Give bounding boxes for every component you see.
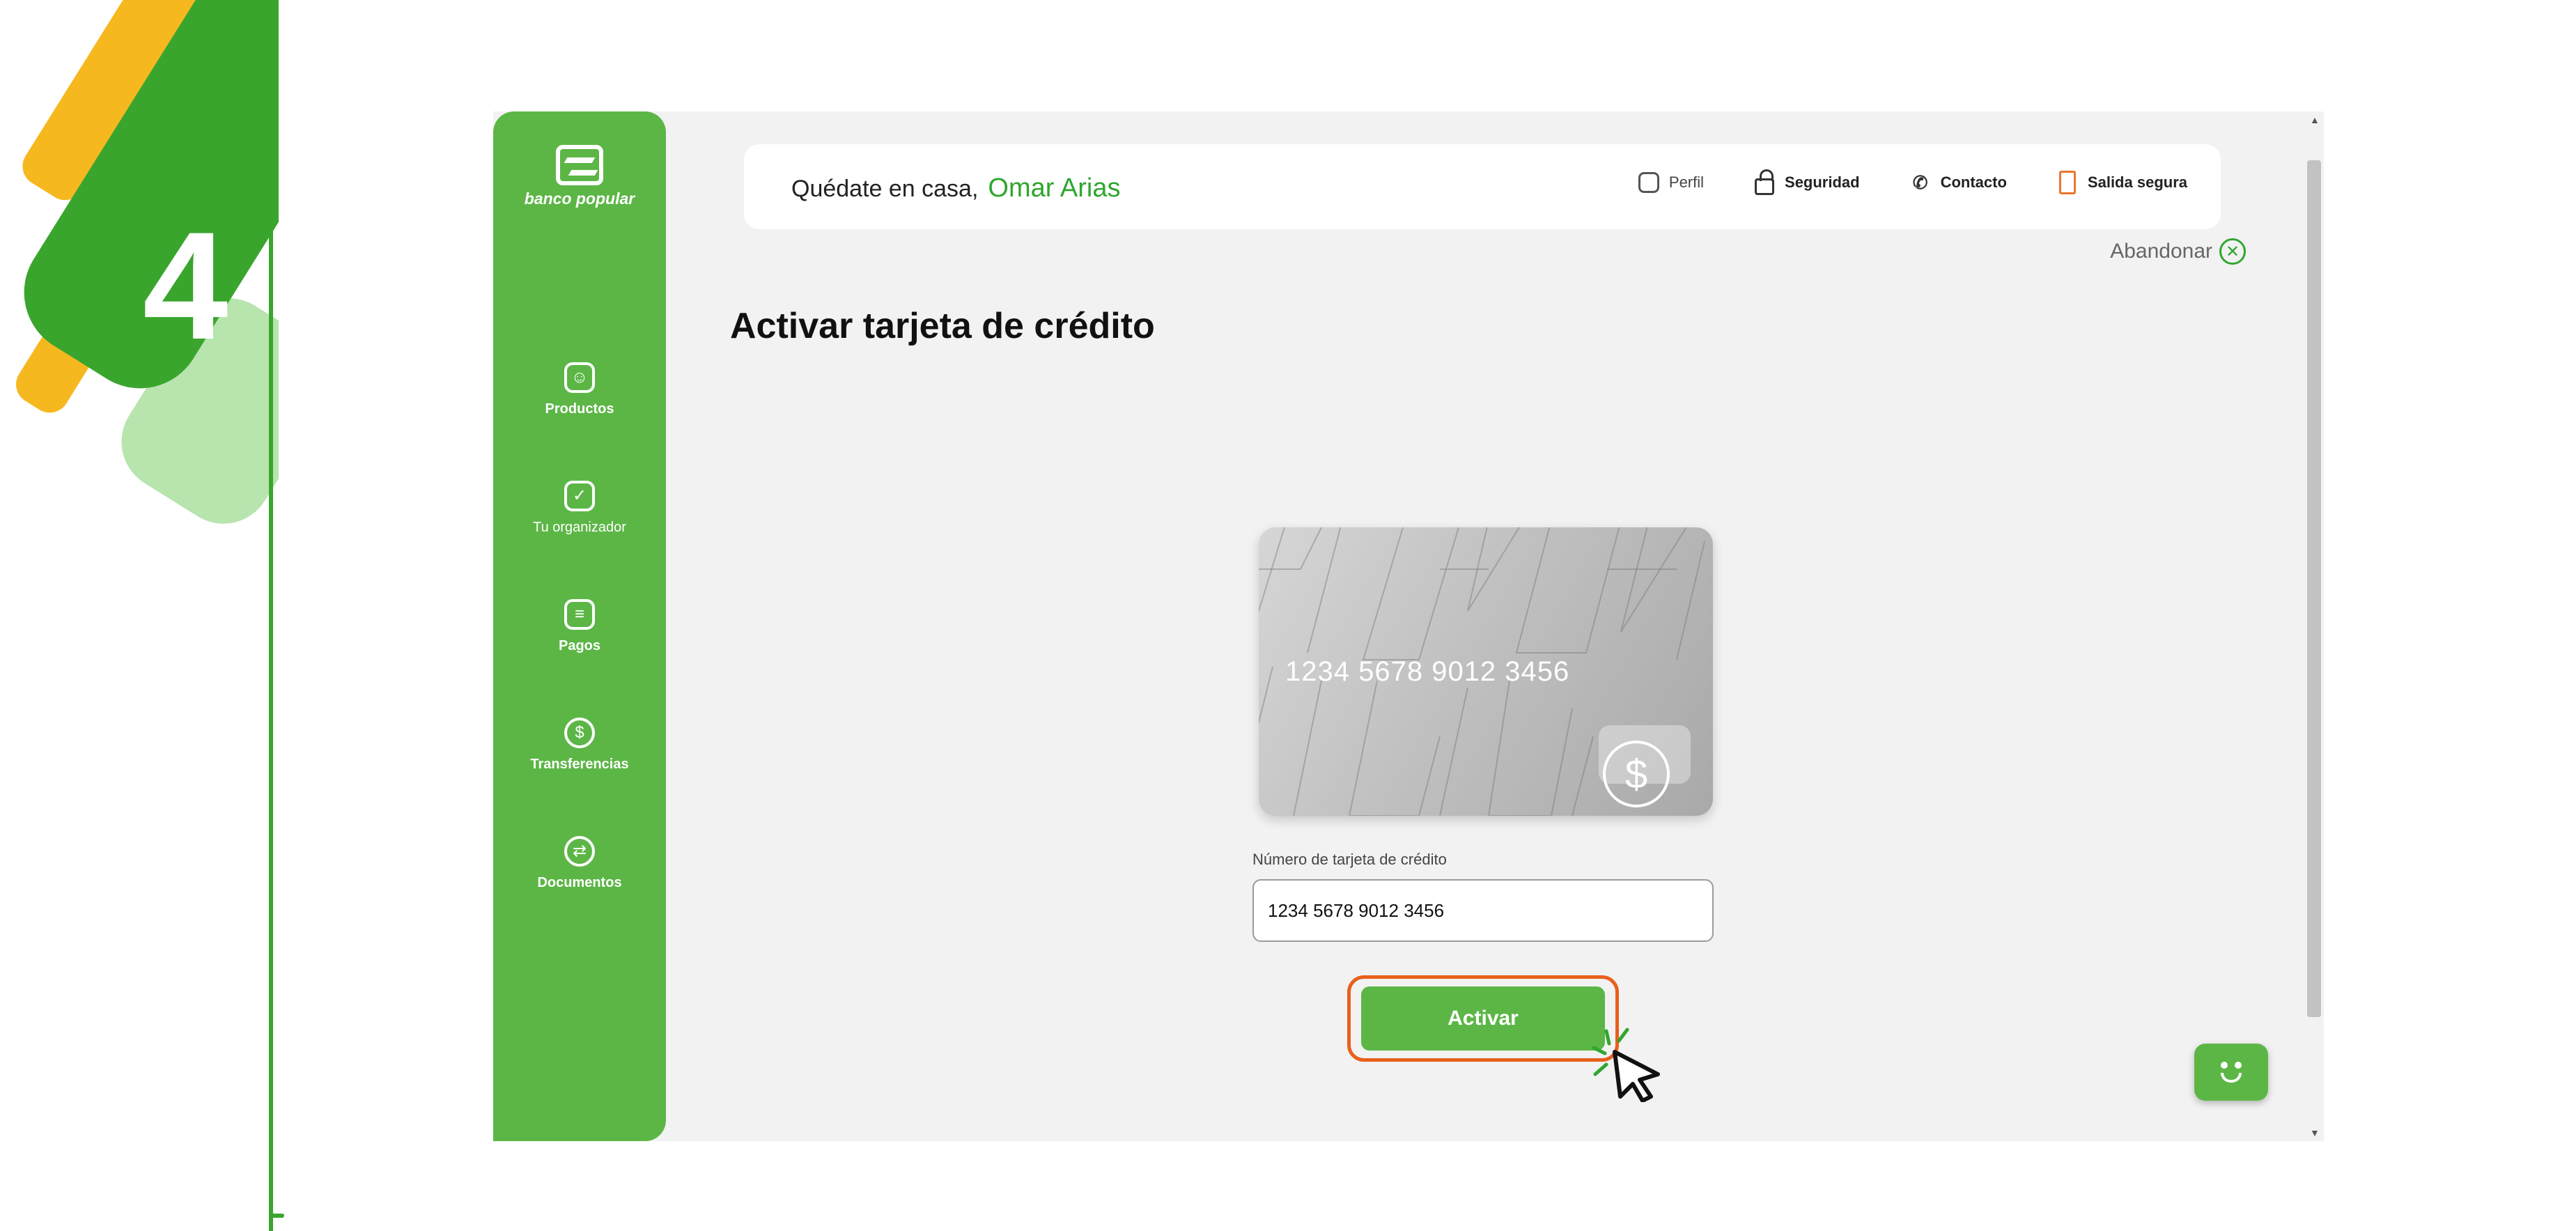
- chat-smile-icon: [2221, 1073, 2242, 1083]
- chat-eye: [2235, 1062, 2242, 1069]
- greeting-text: Quédate en casa,: [791, 176, 979, 202]
- sidebar-item-label: Pagos: [558, 638, 601, 653]
- sidebar-item-label: Transferencias: [530, 757, 629, 772]
- dollar-circle-icon: $: [564, 718, 595, 748]
- bank-logo-text: banco popular: [524, 189, 635, 208]
- header-link-label: Perfil: [1668, 173, 1705, 191]
- sidebar: banco popular ☺ Productos ✓ Tu organizad…: [493, 111, 666, 1141]
- header-link-perfil[interactable]: Perfil: [1637, 171, 1704, 194]
- scroll-down-icon[interactable]: ▼: [2310, 1127, 2320, 1138]
- mouse-pointer-icon: [1592, 1028, 1660, 1102]
- header-link-label: Salida segura: [2087, 173, 2187, 191]
- step-vertical-line: [269, 0, 273, 1231]
- exit-door-icon: [2056, 171, 2079, 194]
- bank-logo[interactable]: banco popular: [493, 145, 666, 208]
- vertical-scrollbar[interactable]: ▲ ▼: [2304, 111, 2324, 1141]
- chat-bot-button[interactable]: [2194, 1044, 2268, 1101]
- home-smile-icon: ☺: [564, 362, 595, 393]
- card-number-display: 1234 5678 9012 3456: [1285, 656, 1570, 687]
- page-title: Activar tarjeta de crédito: [730, 306, 1155, 346]
- header-links: Perfil Seguridad ✆ Contacto Salida segur…: [1588, 169, 2187, 195]
- sidebar-item-label: Documentos: [537, 875, 622, 890]
- abandon-label: Abandonar: [2110, 240, 2212, 263]
- header-link-label: Contacto: [1940, 173, 2007, 191]
- card-number-label: Número de tarjeta de crédito: [1252, 851, 1447, 868]
- profile-icon: [1637, 171, 1661, 194]
- wallet-icon: ✓: [564, 481, 595, 511]
- header-link-label: Seguridad: [1785, 173, 1860, 191]
- receipt-icon: ≡: [564, 599, 595, 630]
- scrollbar-thumb[interactable]: [2307, 160, 2321, 1017]
- scroll-up-icon[interactable]: ▲: [2310, 114, 2320, 125]
- phone-icon: ✆: [1912, 171, 1928, 193]
- sidebar-item-label: Tu organizador: [533, 520, 626, 535]
- step-badge: 4: [0, 0, 279, 1231]
- step-line-end: [269, 1214, 284, 1218]
- sidebar-item-pagos[interactable]: ≡ Pagos: [493, 599, 666, 654]
- abandon-button[interactable]: Abandonar ✕: [2110, 238, 2246, 265]
- close-circle-icon: ✕: [2219, 238, 2246, 265]
- lock-icon: [1753, 169, 1776, 195]
- chat-eye: [2221, 1062, 2228, 1069]
- user-name: Omar Arias: [988, 173, 1121, 203]
- sidebar-item-tu-organizador[interactable]: ✓ Tu organizador: [493, 481, 666, 536]
- app-window: banco popular ☺ Productos ✓ Tu organizad…: [493, 111, 2324, 1141]
- bank-logo-icon: [556, 145, 603, 185]
- header-link-seguridad[interactable]: Seguridad: [1753, 169, 1860, 195]
- sidebar-item-documentos[interactable]: ⇄ Documentos: [493, 836, 666, 891]
- sidebar-item-productos[interactable]: ☺ Productos: [493, 362, 666, 417]
- credit-card-image: 1234 5678 9012 3456 $: [1259, 527, 1713, 816]
- sidebar-item-label: Productos: [545, 401, 614, 417]
- exchange-icon: ⇄: [564, 836, 595, 867]
- header-link-salida-segura[interactable]: Salida segura: [2056, 171, 2187, 194]
- dollar-circle-icon: $: [1603, 741, 1670, 807]
- header-link-contacto[interactable]: ✆ Contacto: [1909, 171, 2007, 194]
- activate-button[interactable]: Activar: [1361, 986, 1605, 1051]
- card-number-input[interactable]: [1252, 879, 1714, 942]
- greeting: Quédate en casa, Omar Arias: [791, 173, 1120, 203]
- step-number: 4: [143, 200, 228, 371]
- sidebar-item-transferencias[interactable]: $ Transferencias: [493, 718, 666, 773]
- top-header-bar: Quédate en casa, Omar Arias Perfil Seguri…: [744, 144, 2221, 229]
